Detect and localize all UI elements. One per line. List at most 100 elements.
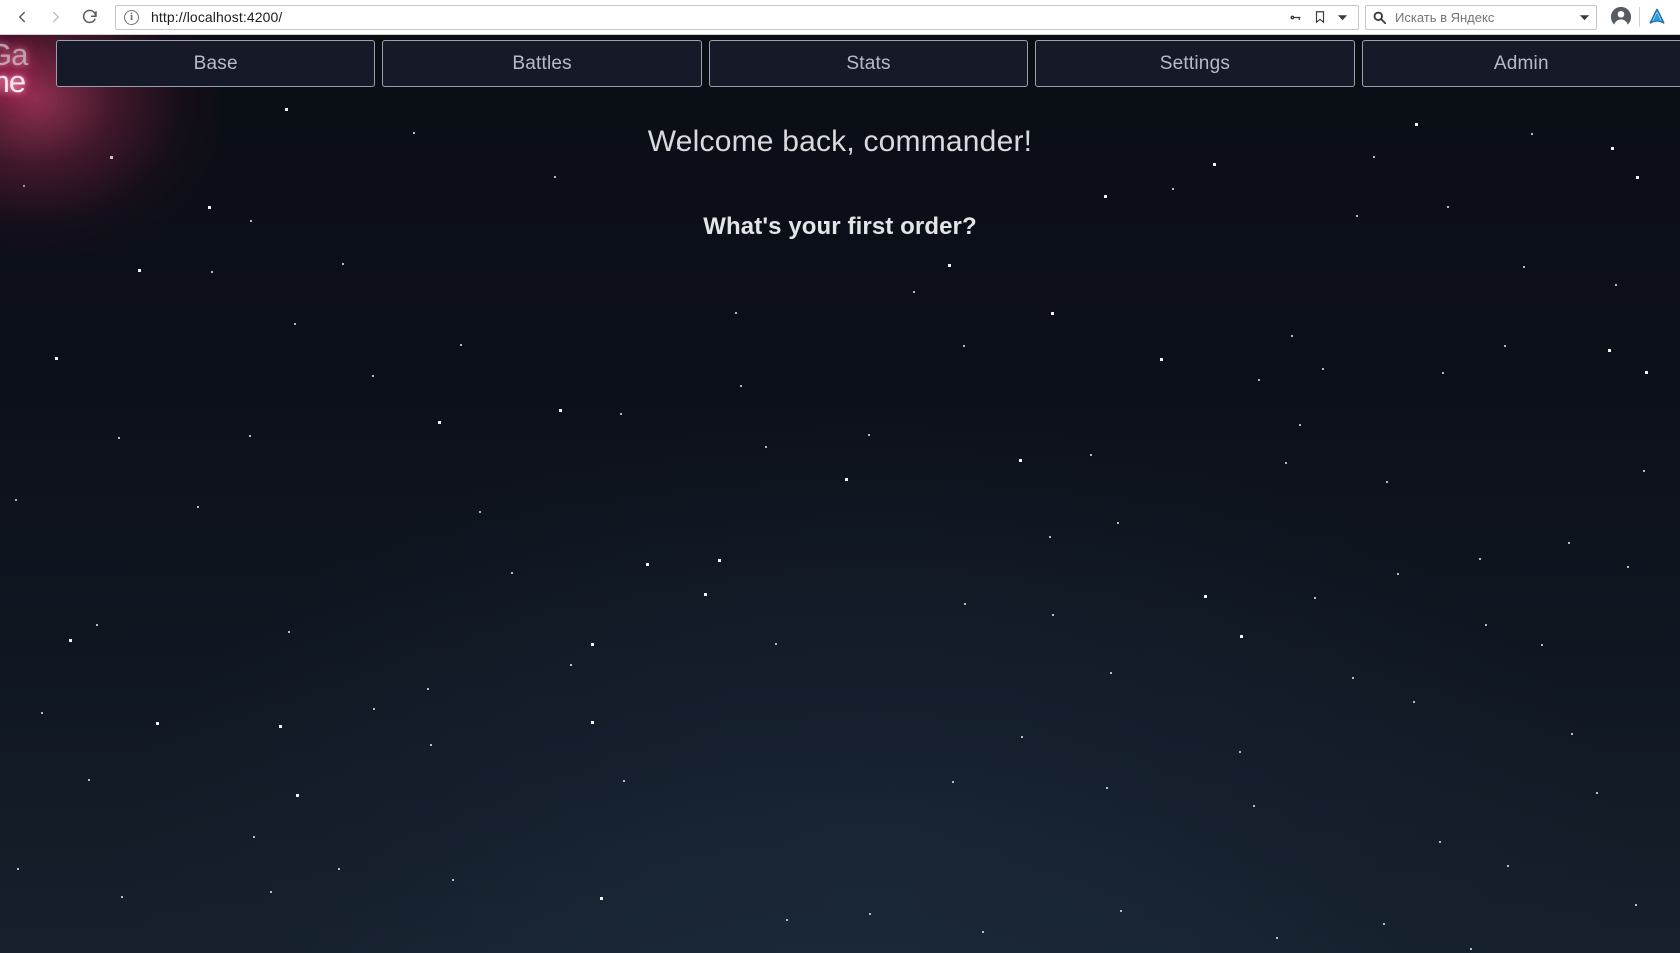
bookmark-glyph <box>1315 11 1325 24</box>
bookmark-icon[interactable] <box>1313 9 1327 25</box>
star-dot <box>372 375 374 377</box>
logo-line-bottom: me <box>0 64 26 99</box>
chevron-right-icon <box>53 11 59 23</box>
star-dot <box>294 323 296 325</box>
main-content: Welcome back, commander! What's your fir… <box>0 91 1680 241</box>
star-dot <box>1608 349 1611 352</box>
star-dot <box>1160 358 1163 361</box>
star-dot <box>138 269 141 272</box>
star-dot <box>1285 462 1287 464</box>
star-dot <box>1322 368 1324 370</box>
star-dot <box>288 631 290 633</box>
star-dot <box>623 780 625 782</box>
address-dropdown-icon[interactable] <box>1337 12 1348 23</box>
tab-base[interactable]: Base <box>56 40 376 87</box>
key-glyph <box>1290 15 1301 20</box>
star-dot <box>1383 923 1385 925</box>
star-dot <box>735 312 737 314</box>
star-dot <box>704 593 707 596</box>
star-dot <box>1299 424 1301 426</box>
star-dot <box>1352 677 1354 679</box>
browser-toolbar: i http://localhost:4200/ <box>0 0 1680 35</box>
star-dot <box>41 712 43 714</box>
star-dot <box>88 779 90 781</box>
star-dot <box>1596 792 1598 794</box>
star-dot <box>430 744 432 746</box>
star-dot <box>1052 614 1054 616</box>
star-dot <box>1204 595 1207 598</box>
key-icon[interactable] <box>1288 10 1303 25</box>
star-dot <box>775 643 777 645</box>
star-dot <box>1253 805 1255 807</box>
app-page: Ga me Base Battles Stats Settings Admin … <box>0 35 1680 953</box>
star-dot <box>982 931 984 933</box>
star-dot <box>913 291 915 293</box>
chevron-down-glyph-2 <box>1579 14 1590 20</box>
info-circle-icon[interactable]: i <box>124 9 139 25</box>
star-dot <box>600 897 603 900</box>
star-dot <box>253 836 255 838</box>
star-dot <box>1507 865 1509 867</box>
star-dot <box>1276 937 1278 939</box>
star-dot <box>1090 454 1092 456</box>
star-dot <box>952 781 954 783</box>
star-dot <box>1314 597 1316 599</box>
star-dot <box>591 643 594 646</box>
star-dot <box>121 896 123 898</box>
star-dot <box>1645 371 1648 374</box>
logo-line-top: Ga <box>0 36 28 72</box>
address-bar[interactable]: i http://localhost:4200/ <box>115 4 1359 30</box>
search-dropdown-icon[interactable] <box>1579 12 1590 23</box>
star-dot <box>1635 904 1637 906</box>
forward-button[interactable] <box>39 0 73 34</box>
tab-admin[interactable]: Admin <box>1361 40 1680 87</box>
star-dot <box>15 499 17 501</box>
star-dot <box>1627 566 1629 568</box>
star-dot <box>1258 379 1260 381</box>
star-dot <box>868 434 870 436</box>
search-bar[interactable] <box>1365 4 1597 30</box>
star-dot <box>296 794 299 797</box>
star-dot <box>338 868 340 870</box>
extension-button[interactable] <box>1640 0 1674 34</box>
star-dot <box>479 511 481 513</box>
star-dot <box>718 559 721 562</box>
star-dot <box>1568 542 1570 544</box>
star-dot <box>765 446 767 448</box>
url-text[interactable]: http://localhost:4200/ <box>151 9 1288 25</box>
star-dot <box>427 688 429 690</box>
star-dot <box>211 271 213 273</box>
star-dot <box>1386 481 1388 483</box>
star-dot <box>963 345 965 347</box>
chevron-left-icon <box>19 11 25 23</box>
reload-icon <box>82 9 97 24</box>
star-dot <box>197 506 199 508</box>
star-dot <box>118 437 120 439</box>
tab-battles[interactable]: Battles <box>382 40 702 87</box>
star-dot <box>646 563 649 566</box>
search-input[interactable] <box>1395 9 1571 25</box>
account-button[interactable] <box>1603 0 1639 34</box>
star-dot <box>17 868 19 870</box>
reload-button[interactable] <box>73 0 107 34</box>
star-dot <box>1523 266 1525 268</box>
star-dot <box>1485 624 1487 626</box>
tab-settings[interactable]: Settings <box>1035 40 1355 87</box>
star-dot <box>1110 672 1112 674</box>
star-dot <box>1643 470 1645 472</box>
search-magnifier-glyph <box>1373 11 1387 24</box>
back-button[interactable] <box>5 0 39 34</box>
main-navigation: Base Battles Stats Settings Admin <box>0 40 1680 96</box>
star-dot <box>1397 573 1399 575</box>
star-dot <box>452 879 454 881</box>
star-dot <box>438 421 441 424</box>
star-dot <box>1615 284 1617 286</box>
app-logo[interactable]: Ga me <box>0 37 48 99</box>
star-dot <box>869 913 871 915</box>
star-dot <box>156 722 159 725</box>
welcome-heading: Welcome back, commander! <box>647 125 1033 158</box>
star-dot <box>1442 372 1444 374</box>
star-dot <box>1019 459 1022 462</box>
tab-stats[interactable]: Stats <box>708 40 1029 87</box>
star-dot <box>786 919 788 921</box>
